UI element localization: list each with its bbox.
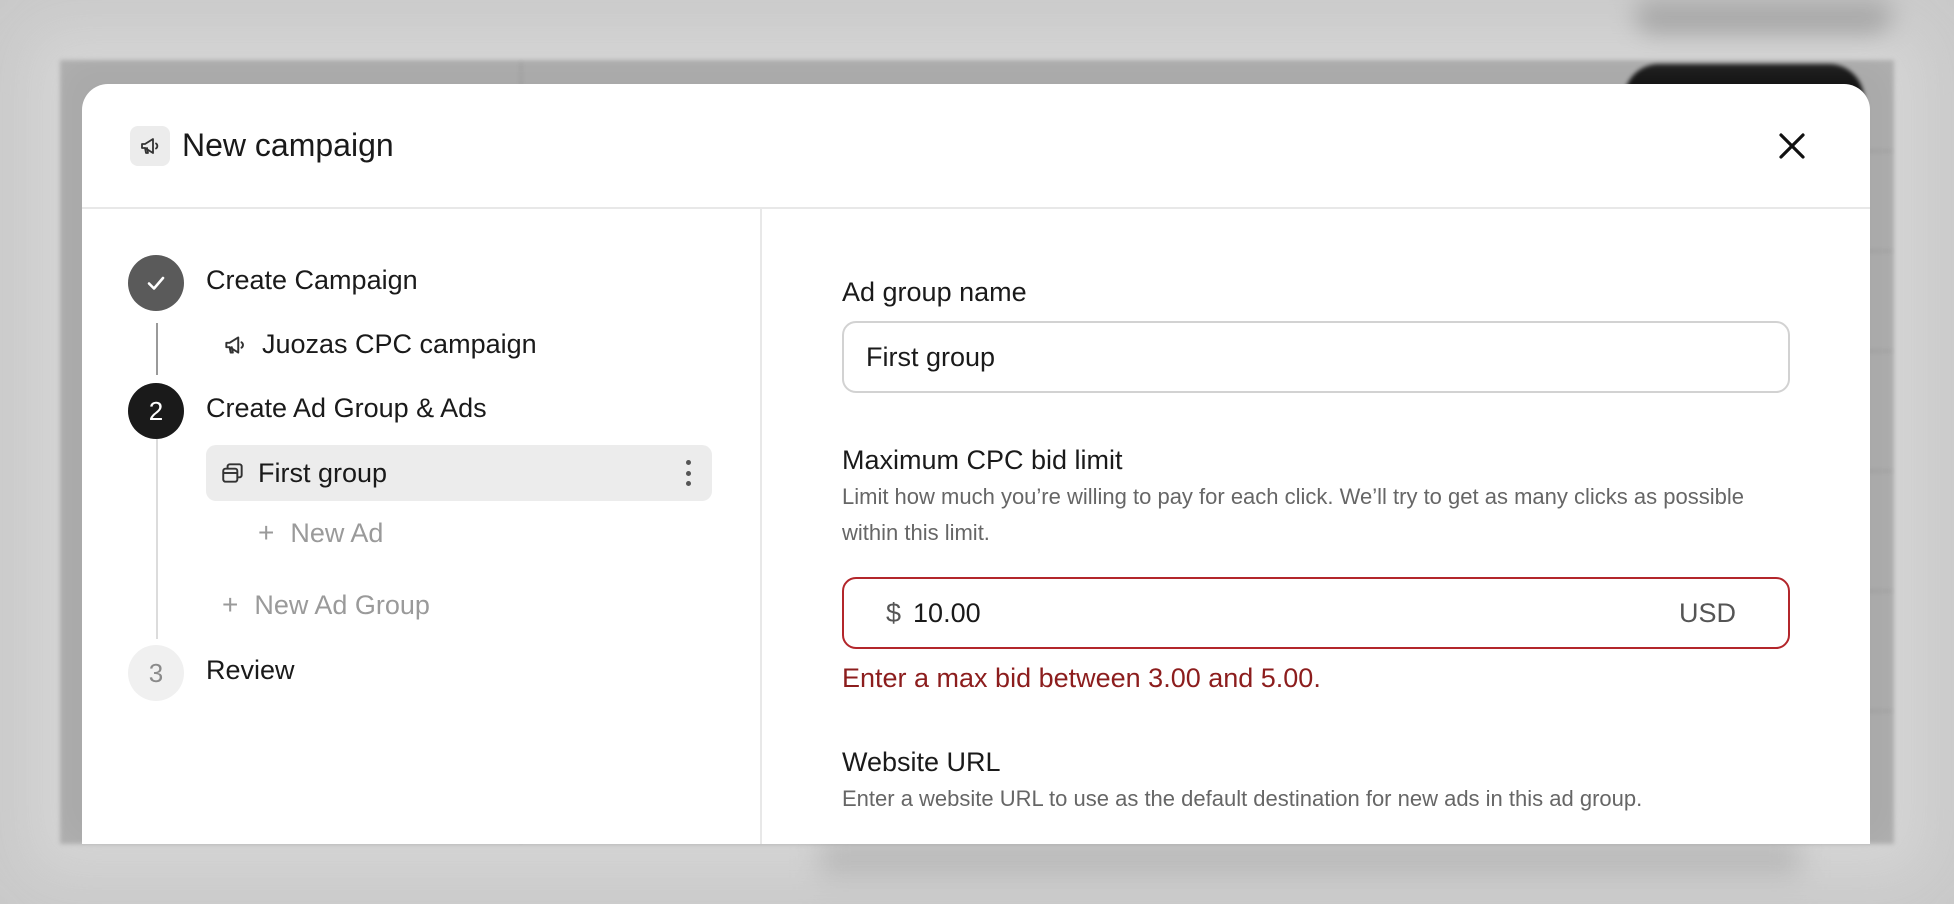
campaign-item[interactable]: Juozas CPC campaign: [222, 329, 537, 360]
website-url-help: Enter a website URL to use as the defaul…: [842, 786, 1643, 811]
ad-group-item[interactable]: First group: [206, 445, 712, 501]
currency-symbol: $: [886, 597, 902, 628]
new-ad-button[interactable]: + New Ad: [258, 517, 383, 549]
ad-group-icon: [222, 463, 243, 483]
more-options-icon[interactable]: [676, 457, 700, 489]
max-cpc-value: 10.00: [913, 597, 981, 628]
ad-group-name-label: Ad group name: [842, 277, 1027, 307]
currency-unit: USD: [1678, 597, 1736, 628]
megaphone-icon: [225, 335, 244, 354]
new-ad-group-label: New Ad Group: [254, 589, 430, 620]
close-icon: [1779, 133, 1805, 159]
close-button[interactable]: [1770, 124, 1814, 168]
new-ad-label: New Ad: [290, 517, 384, 548]
step-connector: [156, 439, 158, 639]
new-campaign-modal: New campaign Create Campaign Juozas CPC …: [82, 84, 1870, 844]
max-cpc-input[interactable]: $ 10.00 USD: [842, 577, 1790, 649]
plus-icon: +: [258, 517, 275, 548]
checkmark-icon: [147, 276, 165, 290]
stepper: Create Campaign Juozas CPC campaign 2 Cr…: [82, 209, 762, 844]
modal-title: New campaign: [182, 127, 394, 163]
step-2-label[interactable]: Create Ad Group & Ads: [206, 393, 487, 424]
step-3-label[interactable]: Review: [206, 655, 295, 686]
max-cpc-error: Enter a max bid between 3.00 and 5.00.: [842, 663, 1321, 693]
new-ad-group-button[interactable]: + New Ad Group: [222, 589, 430, 621]
step-2-indicator: 2: [128, 383, 184, 439]
max-cpc-label: Maximum CPC bid limit: [842, 445, 1123, 475]
website-url-label: Website URL: [842, 747, 1001, 777]
background-shadow: [1634, 0, 1894, 30]
modal-body: Create Campaign Juozas CPC campaign 2 Cr…: [82, 209, 1870, 844]
max-cpc-help: Limit how much you’re willing to pay for…: [842, 484, 1744, 545]
background-shadow: [820, 842, 1800, 882]
plus-icon: +: [222, 589, 239, 620]
ad-group-name-value: First group: [866, 341, 996, 372]
step-1-indicator: [128, 255, 184, 311]
campaign-item-label: Juozas CPC campaign: [262, 329, 537, 359]
megaphone-icon: [130, 125, 170, 166]
ad-group-item-label: First group: [258, 457, 388, 488]
ad-group-form: Ad group name First group Maximum CPC bi…: [762, 209, 1870, 844]
ad-group-name-input[interactable]: First group: [842, 321, 1790, 393]
step-connector: [156, 323, 158, 375]
step-3-indicator: 3: [128, 645, 184, 701]
modal-header: New campaign: [82, 84, 1870, 209]
step-1-label[interactable]: Create Campaign: [206, 265, 418, 296]
